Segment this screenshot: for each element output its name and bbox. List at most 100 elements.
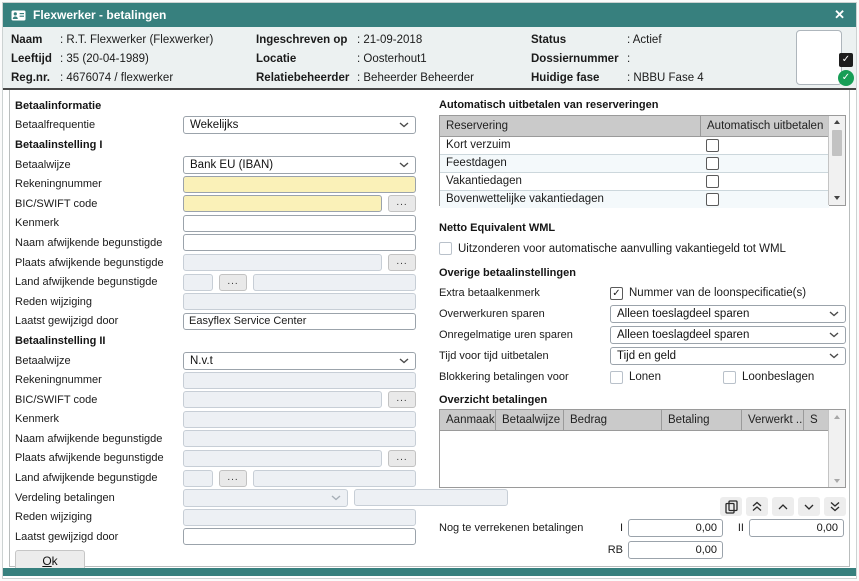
verrekenen-i-input[interactable] — [628, 519, 723, 537]
land-naam-1-input — [253, 274, 416, 291]
betaalwijze-2-value: N.v.t — [190, 355, 213, 367]
bic-swift-2-label: BIC/SWIFT code — [15, 394, 183, 406]
scroll-up-icon[interactable] — [829, 116, 845, 129]
blokkering-loonbeslagen-label: Loonbeslagen — [742, 371, 814, 383]
table-row: Kort verzuim — [440, 137, 829, 154]
betaalfrequentie-select[interactable]: Wekelijks — [183, 116, 416, 134]
laatst-gewijzigd-1-input[interactable] — [183, 313, 416, 330]
reden-wijziging-1-label: Reden wijziging — [15, 296, 183, 308]
chevron-up-icon[interactable] — [772, 497, 794, 516]
overzicht-table-body — [440, 431, 829, 487]
overzicht-table-header: Aanmaak Betaalwijze Bedrag Betaling Verw… — [440, 410, 829, 431]
verrekenen-row-1: Nog te verrekenen betalingen I II — [439, 518, 846, 538]
extra-betaalkenmerk-label: Extra betaalkenmerk — [439, 287, 610, 299]
extra-betaalkenmerk-checkbox[interactable]: ✓ — [610, 287, 623, 300]
verdeling-betalingen-label: Verdeling betalingen — [15, 492, 183, 504]
double-chevron-up-icon[interactable] — [746, 497, 768, 516]
land-begunstigde-1-browse-button[interactable]: ... — [219, 274, 247, 291]
double-chevron-down-icon[interactable] — [824, 497, 846, 516]
field-label: Huidige fase — [531, 72, 627, 84]
column-header-verwerkt: Verwerkt ... — [741, 410, 803, 430]
reden-wijziging-2-label: Reden wijziging — [15, 511, 183, 523]
kort-verzuim-checkbox[interactable] — [706, 139, 719, 152]
reserveringen-scrollbar[interactable] — [828, 116, 845, 205]
blokkering-loonbeslagen-checkbox[interactable] — [723, 371, 736, 384]
rekeningnummer-1-input[interactable] — [183, 176, 416, 193]
laatst-gewijzigd-1-label: Laatst gewijzigd door — [15, 315, 183, 327]
field-value: : 4676074 / flexwerker — [60, 72, 173, 84]
photo-placeholder — [796, 30, 842, 85]
vakantiedagen-checkbox[interactable] — [706, 175, 719, 188]
laatst-gewijzigd-2-input[interactable] — [183, 528, 416, 545]
verrekenen-ii-input[interactable] — [749, 519, 844, 537]
section-betaalinstelling-1: Betaalinstelling I — [15, 135, 416, 155]
field-label: Ingeschreven op — [256, 34, 357, 46]
field-value: : — [627, 53, 630, 65]
reserveringen-table: Reservering Automatisch uitbetalen Kort … — [439, 115, 846, 206]
blokkering-loonbeslagen-group: Loonbeslagen — [723, 371, 814, 384]
bic-swift-1-input[interactable] — [183, 195, 382, 212]
plaats-begunstigde-1-label: Plaats afwijkende begunstigde — [15, 257, 183, 269]
betaalfrequentie-label: Betaalfrequentie — [15, 119, 183, 131]
plaats-begunstigde-2-label: Plaats afwijkende begunstigde — [15, 452, 183, 464]
naam-begunstigde-2-label: Naam afwijkende begunstigde — [15, 433, 183, 445]
table-row: Feestdagen — [440, 154, 829, 172]
land-begunstigde-2-browse-button[interactable]: ... — [219, 470, 247, 487]
bic-swift-1-label: BIC/SWIFT code — [15, 198, 183, 210]
onregelmatige-uren-row: Onregelmatige uren sparen Alleen toeslag… — [439, 325, 846, 346]
section-reserveringen: Automatisch uitbetalen van reserveringen — [439, 95, 846, 115]
field-label: Naam — [11, 34, 60, 46]
blokkering-lonen-checkbox[interactable] — [610, 371, 623, 384]
verrekenen-label: Nog te verrekenen betalingen — [439, 522, 607, 534]
field-label: Dossiernummer — [531, 53, 627, 65]
wml-uitzonderen-checkbox[interactable] — [439, 242, 452, 255]
kenmerk-2-input — [183, 411, 416, 428]
column-header-automatisch-uitbetalen: Automatisch uitbetalen — [700, 116, 829, 136]
kenmerk-1-input[interactable] — [183, 215, 416, 232]
field-value: : Oosterhout1 — [357, 53, 427, 65]
land-naam-2-input — [253, 470, 416, 487]
overwerkuren-label: Overwerkuren sparen — [439, 308, 610, 320]
rekeningnummer-2-label: Rekeningnummer — [15, 374, 183, 386]
tijd-voor-tijd-select[interactable]: Tijd en geld — [610, 347, 846, 365]
plaats-begunstigde-1-input — [183, 254, 382, 271]
field-label: Leeftijd — [11, 53, 60, 65]
blokkering-row: Blokkering betalingen voor Lonen Loonbes… — [439, 367, 846, 388]
copy-icon[interactable] — [720, 497, 742, 516]
close-icon[interactable]: ✕ — [831, 7, 848, 23]
onregelmatige-uren-value: Alleen toeslagdeel sparen — [617, 329, 749, 341]
field-label: Relatiebeheerder — [256, 72, 357, 84]
field-value: : NBBU Fase 4 — [627, 72, 704, 84]
laatst-gewijzigd-2-label: Laatst gewijzigd door — [15, 531, 183, 543]
header-checkbox-icon[interactable]: ✓ — [839, 53, 853, 67]
onregelmatige-uren-select[interactable]: Alleen toeslagdeel sparen — [610, 326, 846, 344]
betalingen-toolbar — [439, 497, 846, 516]
feestdagen-checkbox[interactable] — [706, 157, 719, 170]
verrekenen-rb-input[interactable] — [628, 541, 723, 559]
dialog-body: Betaalinformatie Betaalfrequentie Wekeli… — [9, 90, 850, 567]
reservering-name: Vakantiedagen — [440, 175, 700, 187]
betaalwijze-1-select[interactable]: Bank EU (IBAN) — [183, 156, 416, 174]
table-row: Vakantiedagen — [440, 172, 829, 190]
section-betaalinstelling-2: Betaalinstelling II — [15, 331, 416, 351]
naam-begunstigde-2-input — [183, 430, 416, 447]
naam-begunstigde-1-input[interactable] — [183, 234, 416, 251]
field-value: : 35 (20-04-1989) — [60, 53, 149, 65]
bic-swift-1-browse-button[interactable]: ... — [388, 195, 416, 212]
plaats-begunstigde-1-browse-button[interactable]: ... — [388, 254, 416, 271]
plaats-begunstigde-2-browse-button[interactable]: ... — [388, 450, 416, 467]
bic-swift-2-browse-button[interactable]: ... — [388, 391, 416, 408]
land-begunstigde-1-label: Land afwijkende begunstigde — [15, 276, 183, 288]
overwerkuren-select[interactable]: Alleen toeslagdeel sparen — [610, 305, 846, 323]
table-row: Bovenwettelijke vakantiedagen — [440, 190, 829, 208]
bovenwettelijke-vakantiedagen-checkbox[interactable] — [706, 193, 719, 206]
betaalwijze-2-label: Betaalwijze — [15, 355, 183, 367]
reserveringen-table-header: Reservering Automatisch uitbetalen — [440, 116, 829, 137]
section-betaalinformatie: Betaalinformatie — [15, 96, 416, 116]
chevron-down-icon[interactable] — [798, 497, 820, 516]
scroll-up-icon — [829, 410, 845, 423]
scrollbar-thumb[interactable] — [832, 130, 842, 156]
right-column: Automatisch uitbetalen van reserveringen… — [439, 95, 846, 560]
scroll-down-icon[interactable] — [829, 192, 845, 205]
betaalwijze-2-select[interactable]: N.v.t — [183, 352, 416, 370]
